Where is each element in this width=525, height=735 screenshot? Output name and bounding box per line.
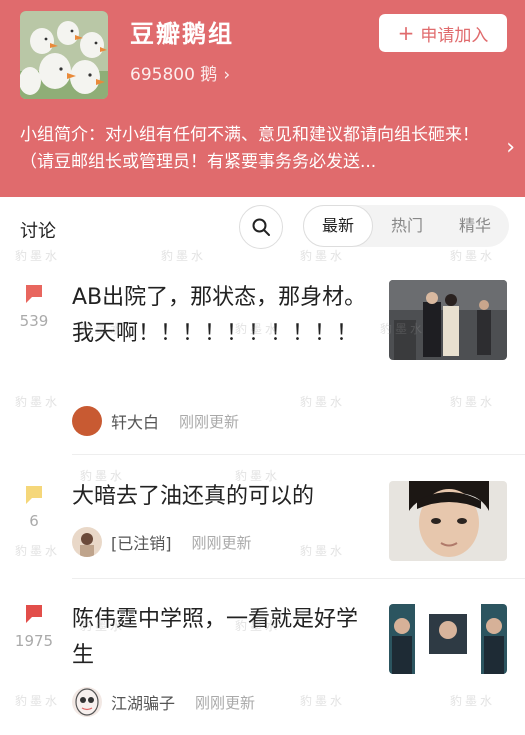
watermark: 豹墨水 <box>161 249 207 263</box>
group-avatar[interactable] <box>20 11 108 99</box>
join-label: 申请加入 <box>420 25 489 46</box>
update-time: 刚刚更新 <box>195 693 256 712</box>
post-author[interactable]: [已注销] 刚刚更新 <box>72 527 252 557</box>
search-button[interactable] <box>239 205 283 249</box>
watermark: 豹墨水 <box>235 469 281 483</box>
plus-icon: + <box>397 21 415 45</box>
reply-count: 539 <box>19 312 49 330</box>
author-name[interactable]: 江湖骗子 <box>111 690 175 714</box>
tab-featured[interactable]: 精华 <box>441 205 509 247</box>
watermark: 豹墨水 <box>15 544 61 558</box>
search-icon <box>252 218 270 236</box>
divider <box>72 578 525 579</box>
chevron-right-icon: › <box>223 65 231 85</box>
watermark: 豹墨水 <box>300 694 346 708</box>
author-name[interactable]: [已注销] <box>111 530 172 554</box>
watermark: 豹墨水 <box>450 395 496 409</box>
watermark: 豹墨水 <box>450 694 496 708</box>
avatar[interactable] <box>72 687 102 717</box>
update-time: 刚刚更新 <box>179 412 240 431</box>
post-thumbnail[interactable] <box>389 481 507 561</box>
post-author[interactable]: 江湖骗子 刚刚更新 <box>72 687 255 717</box>
member-count[interactable]: 695800 鹅 › <box>130 60 230 85</box>
avatar[interactable] <box>72 527 102 557</box>
group-intro[interactable]: 小组简介：对小组有任何不满、意见和建议都请向组长砸来！（请豆邮组长或管理员！有紧… <box>20 122 485 176</box>
watermark: 豹墨水 <box>235 619 281 633</box>
watermark: 豹墨水 <box>300 249 346 263</box>
discussion-title: 讨论 <box>20 221 56 242</box>
watermark: 豹墨水 <box>80 469 126 483</box>
group-name: 豆瓣鹅组 <box>130 20 234 48</box>
watermark: 豹墨水 <box>15 395 61 409</box>
member-count-label: 695800 鹅 <box>130 65 218 85</box>
watermark: 豹墨水 <box>80 322 126 336</box>
discussion-toolbar: 讨论 最新 热门 精华 <box>0 197 525 263</box>
watermark: 豹墨水 <box>300 544 346 558</box>
post-title[interactable]: 大暗去了油还真的可以的 <box>72 479 372 515</box>
group-header: 豆瓣鹅组 695800 鹅 › + 申请加入 小组简介：对小组有任何不满、意见和建… <box>0 0 525 197</box>
watermark: 豹墨水 <box>15 249 61 263</box>
comment-flag-icon <box>26 285 42 303</box>
comment-flag-icon <box>26 486 42 504</box>
reply-count: 1975 <box>14 632 54 650</box>
comment-flag-icon <box>26 605 42 623</box>
tab-latest[interactable]: 最新 <box>303 205 373 247</box>
post-author[interactable]: 轩大白 刚刚更新 <box>72 406 239 436</box>
update-time: 刚刚更新 <box>191 533 252 552</box>
watermark: 豹墨水 <box>15 694 61 708</box>
post-item[interactable]: 539 AB出院了，那状态，那身材。我天啊！！！！！！！！！！ 轩大白 刚刚更新 <box>0 270 525 455</box>
watermark: 豹墨水 <box>300 395 346 409</box>
post-thumbnail[interactable] <box>389 604 507 674</box>
watermark: 豹墨水 <box>450 249 496 263</box>
watermark: 豹墨水 <box>380 322 426 336</box>
avatar[interactable] <box>72 406 102 436</box>
post-title[interactable]: 陈伟霆中学照，一看就是好学生 <box>72 602 372 674</box>
tab-hot[interactable]: 热门 <box>373 205 441 247</box>
watermark: 豹墨水 <box>80 619 126 633</box>
reply-count: 6 <box>29 512 39 530</box>
post-title[interactable]: AB出院了，那状态，那身材。我天啊！！！！！！！！！！ <box>72 280 372 352</box>
join-group-button[interactable]: + 申请加入 <box>379 14 507 52</box>
chevron-right-icon[interactable]: › <box>506 135 515 160</box>
author-name[interactable]: 轩大白 <box>111 409 159 433</box>
post-item[interactable]: 1975 陈伟霆中学照，一看就是好学生 江湖骗子 刚刚更新 <box>0 580 525 735</box>
watermark: 豹墨水 <box>235 322 281 336</box>
sort-switch: 最新 热门 精华 <box>303 205 509 247</box>
